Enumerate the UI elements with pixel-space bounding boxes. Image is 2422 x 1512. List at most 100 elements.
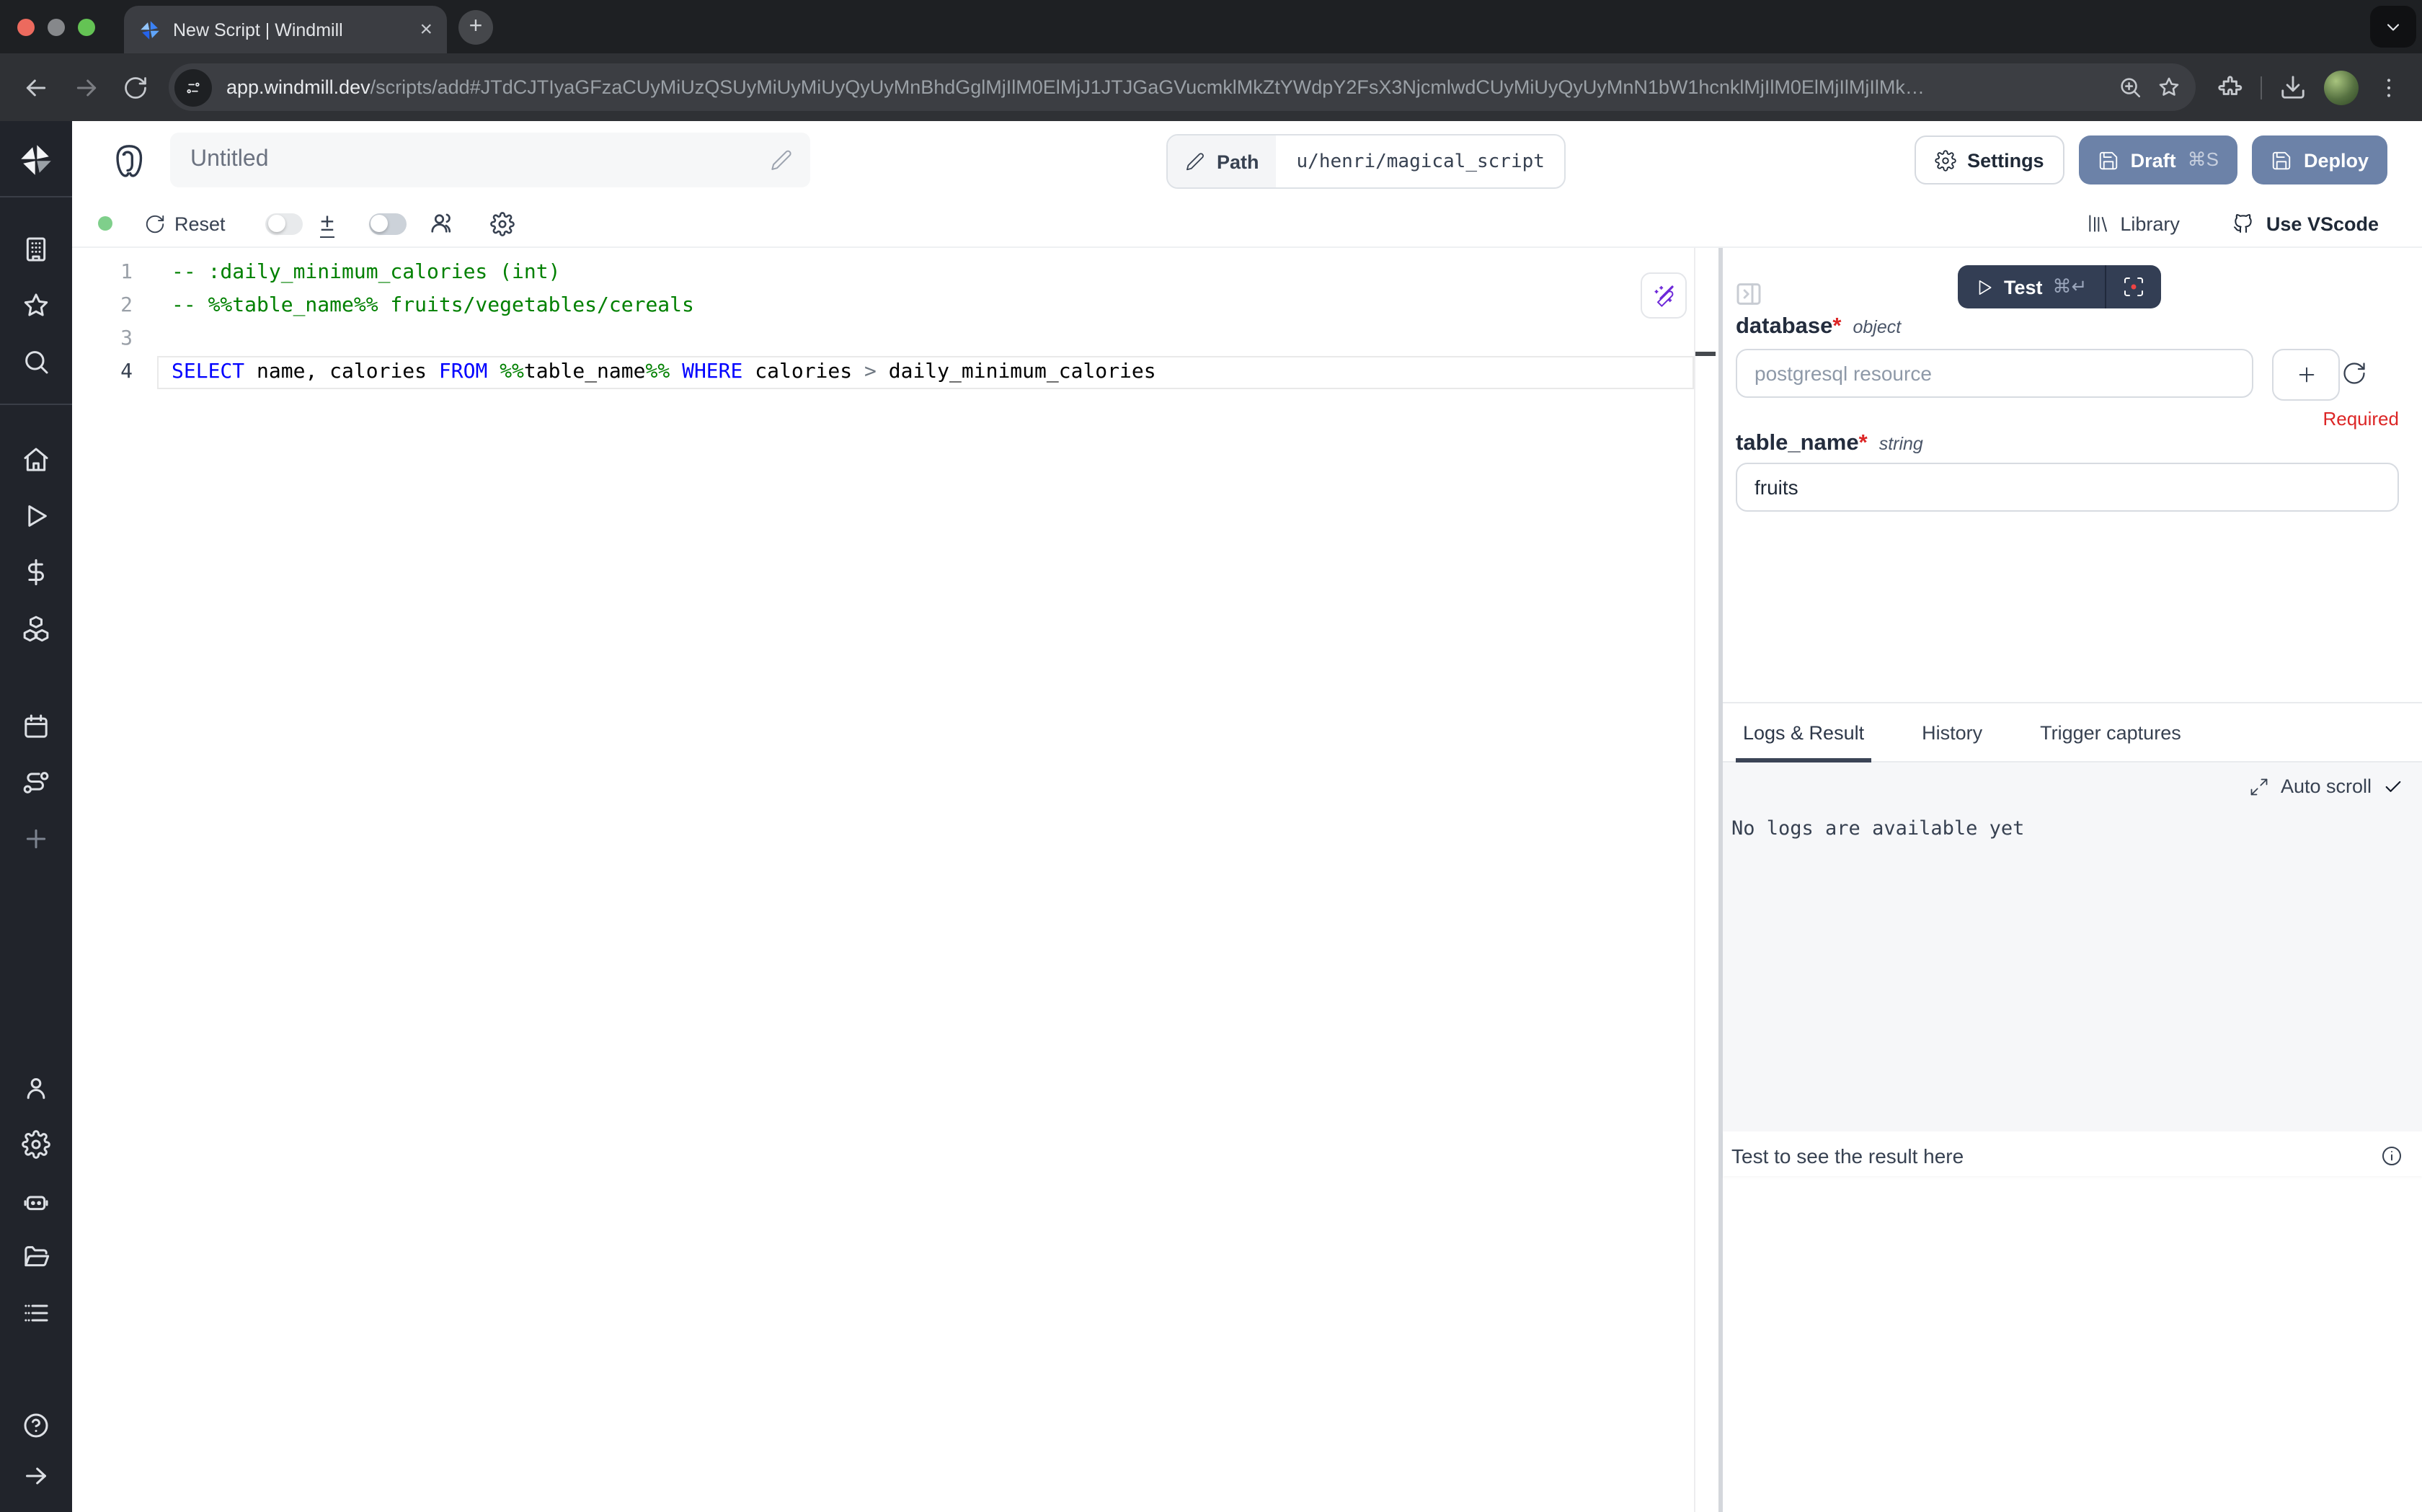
reset-label: Reset — [174, 213, 226, 234]
profile-avatar[interactable] — [2324, 70, 2359, 104]
edit-path-pencil-icon — [1185, 151, 1205, 172]
bookmark-star-icon[interactable] — [2157, 75, 2181, 99]
forward-icon[interactable] — [72, 73, 101, 102]
check-icon[interactable] — [2383, 776, 2403, 796]
editor-settings-gear-icon[interactable] — [489, 211, 514, 236]
test-capture-button[interactable] — [2106, 265, 2160, 308]
url-text[interactable]: app.windmill.dev/scripts/add#JTdCJTIyaGF… — [226, 76, 2118, 98]
code-editor[interactable]: 1234 -- :daily_minimum_calories (int)-- … — [72, 248, 1718, 1512]
settings-button[interactable]: Settings — [1914, 135, 2064, 184]
header-actions: Settings Draft ⌘S Deploy — [1914, 135, 2387, 184]
autoscroll-control[interactable]: Auto scroll — [2249, 775, 2403, 797]
tab-history[interactable]: History — [1915, 703, 1990, 761]
table-name-field-label: table_name* string — [1736, 431, 1923, 457]
draft-button[interactable]: Draft ⌘S — [2079, 135, 2237, 184]
line-number: 2 — [72, 290, 133, 323]
path-selector[interactable]: Path u/henri/magical_script — [1166, 134, 1566, 189]
tab-logs-result[interactable]: Logs & Result — [1736, 703, 1871, 761]
table-name-input[interactable] — [1736, 463, 2399, 512]
collab-toggle[interactable] — [368, 213, 406, 234]
home-icon[interactable] — [22, 445, 50, 474]
close-window-button[interactable] — [17, 19, 35, 36]
result-placeholder-text: Test to see the result here — [1731, 1144, 1964, 1168]
address-bar[interactable]: app.windmill.dev/scripts/add#JTdCJTIyaGF… — [169, 63, 2196, 111]
edit-name-pencil-icon[interactable] — [770, 148, 793, 172]
site-info-button[interactable] — [174, 68, 212, 106]
draft-label: Draft — [2131, 149, 2176, 171]
audit-list-icon[interactable] — [22, 1299, 50, 1328]
runs-play-icon[interactable] — [22, 502, 50, 530]
settings-gear-icon[interactable] — [22, 1130, 50, 1159]
browser-titlebar: New Script | Windmill × + — [0, 0, 2422, 53]
zoom-window-button[interactable] — [78, 19, 95, 36]
script-name-input[interactable] — [187, 146, 770, 174]
reset-refresh-icon — [144, 213, 166, 234]
collapse-panel-icon[interactable] — [1734, 280, 1763, 308]
app-sidebar — [0, 121, 72, 1512]
ai-robot-icon[interactable] — [22, 1186, 50, 1215]
extensions-puzzle-icon[interactable] — [2216, 74, 2243, 101]
test-shortcut: ⌘↵ — [2053, 275, 2088, 298]
script-header: Path u/henri/magical_script Settings Dra… — [72, 121, 2422, 202]
search-icon[interactable] — [22, 347, 50, 376]
favorites-star-icon[interactable] — [22, 291, 50, 320]
routes-route-icon[interactable] — [22, 768, 50, 797]
plus-icon — [2294, 363, 2317, 386]
minimize-window-button[interactable] — [48, 19, 65, 36]
save-icon — [2271, 149, 2292, 171]
browser-tab[interactable]: New Script | Windmill × — [124, 6, 447, 53]
add-plus-icon[interactable] — [22, 824, 50, 853]
folders-folder-icon[interactable] — [22, 1242, 50, 1271]
expand-sidebar-arrow-icon[interactable] — [22, 1462, 50, 1490]
lsp-status-dot — [98, 216, 112, 231]
window-controls[interactable] — [17, 19, 95, 36]
diff-plusminus-icon[interactable]: ± — [321, 210, 334, 237]
library-button[interactable]: Library — [2085, 212, 2180, 235]
reset-button[interactable]: Reset — [144, 213, 226, 234]
tab-search-button[interactable] — [2370, 6, 2416, 48]
add-resource-button[interactable] — [2272, 349, 2340, 401]
test-button[interactable]: Test ⌘↵ — [1958, 265, 2104, 308]
path-label-segment[interactable]: Path — [1168, 135, 1277, 187]
test-button-group: Test ⌘↵ — [1958, 265, 2160, 308]
database-resource-input[interactable] — [1736, 349, 2253, 398]
collaborators-users-icon[interactable] — [429, 210, 455, 236]
library-icon — [2085, 212, 2108, 235]
gear-icon — [1934, 149, 1956, 171]
diff-toggle[interactable] — [266, 213, 303, 234]
use-vscode-label: Use VScode — [2266, 213, 2379, 234]
code-line[interactable]: SELECT name, calories FROM %%table_name%… — [172, 356, 1690, 389]
windmill-logo[interactable] — [17, 141, 55, 179]
back-icon[interactable] — [22, 73, 50, 102]
info-icon[interactable] — [2380, 1144, 2403, 1168]
screen: New Script | Windmill × + app.windmill.d… — [0, 0, 2422, 1512]
zoom-page-icon[interactable] — [2118, 75, 2142, 99]
new-tab-button[interactable]: + — [458, 10, 493, 45]
url-path: /scripts/add#JTdCJTIyaGFzaCUyMiUzQSUyMiU… — [371, 76, 1925, 98]
downloads-icon[interactable] — [2279, 74, 2307, 101]
resources-boxes-icon[interactable] — [22, 614, 50, 643]
use-vscode-button[interactable]: Use VScode — [2232, 212, 2379, 235]
reload-icon[interactable] — [123, 74, 148, 100]
schedules-calendar-icon[interactable] — [22, 712, 50, 741]
code-line[interactable] — [172, 323, 1690, 356]
capture-scan-icon — [2121, 275, 2144, 298]
help-circle-icon[interactable] — [22, 1411, 50, 1440]
expand-logs-icon[interactable] — [2249, 776, 2269, 796]
workspace-building-icon[interactable] — [22, 235, 50, 264]
browser-menu-icon[interactable] — [2376, 74, 2402, 100]
ai-assistant-wand-button[interactable] — [1641, 272, 1687, 319]
script-name-field[interactable] — [170, 133, 810, 187]
deploy-button[interactable]: Deploy — [2252, 135, 2387, 184]
tab-close-icon[interactable]: × — [420, 19, 432, 40]
workers-person-icon[interactable] — [22, 1074, 50, 1103]
refresh-resources-icon[interactable] — [2341, 360, 2367, 386]
line-number: 4 — [72, 356, 133, 389]
code-line[interactable]: -- %%table_name%% fruits/vegetables/cere… — [172, 290, 1690, 323]
variables-dollar-icon[interactable] — [22, 558, 50, 587]
path-value[interactable]: u/henri/magical_script — [1277, 135, 1565, 187]
code-content[interactable]: -- :daily_minimum_calories (int)-- %%tab… — [172, 257, 1690, 389]
tab-trigger-captures[interactable]: Trigger captures — [2033, 703, 2188, 761]
result-tabs: Logs & Result History Trigger captures — [1723, 702, 2422, 762]
code-line[interactable]: -- :daily_minimum_calories (int) — [172, 257, 1690, 290]
